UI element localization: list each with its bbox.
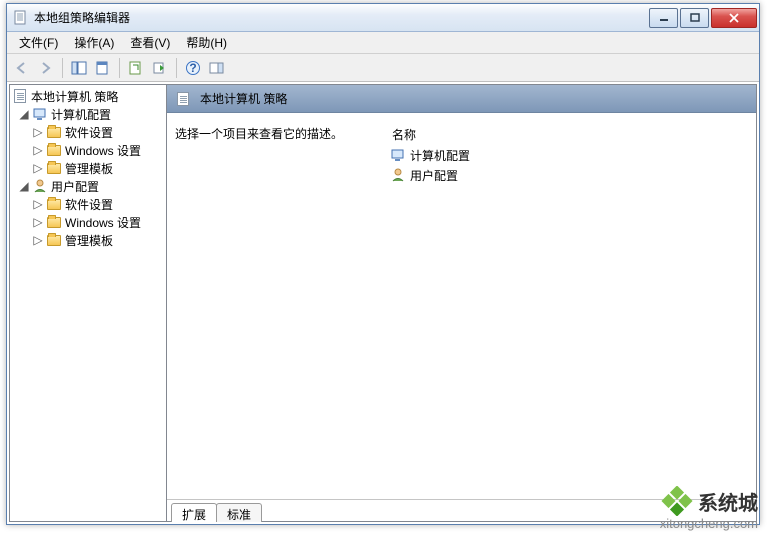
tree-user-config[interactable]: ◢ 用户配置 xyxy=(10,177,166,195)
description-hint: 选择一个项目来查看它的描述。 xyxy=(175,127,343,141)
collapse-icon[interactable]: ◢ xyxy=(18,180,30,192)
menu-bar: 文件(F) 操作(A) 查看(V) 帮助(H) xyxy=(7,32,759,54)
watermark-url: xitongcheng.com xyxy=(660,516,758,531)
description-panel: 选择一个项目来查看它的描述。 xyxy=(175,125,380,517)
expand-icon[interactable]: ▷ xyxy=(32,144,44,156)
close-button[interactable] xyxy=(711,8,757,28)
computer-icon xyxy=(32,106,48,122)
document-icon xyxy=(12,88,28,104)
expand-icon[interactable]: ▷ xyxy=(32,126,44,138)
detail-body: 选择一个项目来查看它的描述。 名称 计算机配置 用户配置 xyxy=(167,113,756,521)
tree-label: 用户配置 xyxy=(51,178,99,195)
menu-file[interactable]: 文件(F) xyxy=(11,32,66,53)
tree-root-label: 本地计算机 策略 xyxy=(31,88,118,105)
user-icon xyxy=(390,167,406,183)
toolbar: ? xyxy=(7,54,759,82)
title-bar[interactable]: 本地组策略编辑器 xyxy=(7,4,759,32)
tree-root[interactable]: 本地计算机 策略 xyxy=(10,87,166,105)
window-controls xyxy=(647,8,757,28)
tree-label: 管理模板 xyxy=(65,232,113,249)
app-window: 本地组策略编辑器 文件(F) 操作(A) 查看(V) 帮助(H) ? xyxy=(6,3,760,525)
list-item-user-config[interactable]: 用户配置 xyxy=(388,165,748,185)
menu-view[interactable]: 查看(V) xyxy=(122,32,178,53)
window-title: 本地组策略编辑器 xyxy=(34,9,647,26)
collapse-icon[interactable]: ◢ xyxy=(18,108,30,120)
tree-label: 管理模板 xyxy=(65,160,113,177)
tree-label: Windows 设置 xyxy=(65,214,141,231)
show-hide-tree-button[interactable] xyxy=(68,57,90,79)
user-icon xyxy=(32,178,48,194)
expand-icon[interactable]: ▷ xyxy=(32,216,44,228)
computer-icon xyxy=(390,147,406,163)
tab-label: 扩展 xyxy=(182,508,206,522)
forward-button[interactable] xyxy=(35,57,57,79)
tree-user-software[interactable]: ▷ 软件设置 xyxy=(10,195,166,213)
toolbar-separator xyxy=(119,58,120,78)
list-item-label: 计算机配置 xyxy=(410,147,470,164)
folder-icon xyxy=(46,124,62,140)
tab-extended[interactable]: 扩展 xyxy=(171,503,217,522)
menu-help[interactable]: 帮助(H) xyxy=(178,32,235,53)
list-item-computer-config[interactable]: 计算机配置 xyxy=(388,145,748,165)
watermark-brand: 系统城 xyxy=(698,487,758,516)
export-button[interactable] xyxy=(149,57,171,79)
expand-icon[interactable]: ▷ xyxy=(32,162,44,174)
show-hide-action-pane-button[interactable] xyxy=(206,57,228,79)
folder-icon xyxy=(46,214,62,230)
detail-header-title: 本地计算机 策略 xyxy=(200,90,287,107)
app-icon xyxy=(13,10,29,26)
minimize-button[interactable] xyxy=(649,8,678,28)
tree-label: 软件设置 xyxy=(65,196,113,213)
document-icon xyxy=(175,91,191,107)
expand-icon[interactable]: ▷ xyxy=(32,234,44,246)
list-item-label: 用户配置 xyxy=(410,167,458,184)
list-panel: 名称 计算机配置 用户配置 xyxy=(388,125,748,517)
tree-user-windows[interactable]: ▷ Windows 设置 xyxy=(10,213,166,231)
back-button[interactable] xyxy=(11,57,33,79)
detail-header: 本地计算机 策略 xyxy=(167,85,756,113)
tree-label: Windows 设置 xyxy=(65,142,141,159)
folder-icon xyxy=(46,142,62,158)
tree-user-templates[interactable]: ▷ 管理模板 xyxy=(10,231,166,249)
tree-label: 软件设置 xyxy=(65,124,113,141)
toolbar-separator xyxy=(62,58,63,78)
properties-button[interactable] xyxy=(92,57,114,79)
tab-standard[interactable]: 标准 xyxy=(216,503,262,522)
menu-action[interactable]: 操作(A) xyxy=(66,32,122,53)
help-button[interactable]: ? xyxy=(182,57,204,79)
watermark: 系统城 xitongcheng.com xyxy=(660,486,758,531)
client-area: 本地计算机 策略 ◢ 计算机配置 ▷ 软件设置 ▷ Windows 设置 ▷ 管… xyxy=(7,82,759,524)
folder-icon xyxy=(46,160,62,176)
folder-icon xyxy=(46,232,62,248)
folder-icon xyxy=(46,196,62,212)
svg-text:?: ? xyxy=(189,61,196,75)
watermark-logo-icon xyxy=(660,486,694,516)
tree-label: 计算机配置 xyxy=(51,106,111,123)
detail-pane: 本地计算机 策略 选择一个项目来查看它的描述。 名称 计算机配置 用户配置 xyxy=(167,84,757,522)
refresh-button[interactable] xyxy=(125,57,147,79)
tab-label: 标准 xyxy=(227,508,251,522)
maximize-button[interactable] xyxy=(680,8,709,28)
toolbar-separator xyxy=(176,58,177,78)
expand-icon[interactable]: ▷ xyxy=(32,198,44,210)
tree-computer-software[interactable]: ▷ 软件设置 xyxy=(10,123,166,141)
column-label: 名称 xyxy=(392,126,416,143)
column-header-name[interactable]: 名称 xyxy=(388,125,748,145)
tree-computer-config[interactable]: ◢ 计算机配置 xyxy=(10,105,166,123)
tree-computer-windows[interactable]: ▷ Windows 设置 xyxy=(10,141,166,159)
tree-computer-templates[interactable]: ▷ 管理模板 xyxy=(10,159,166,177)
tree-view[interactable]: 本地计算机 策略 ◢ 计算机配置 ▷ 软件设置 ▷ Windows 设置 ▷ 管… xyxy=(9,84,167,522)
